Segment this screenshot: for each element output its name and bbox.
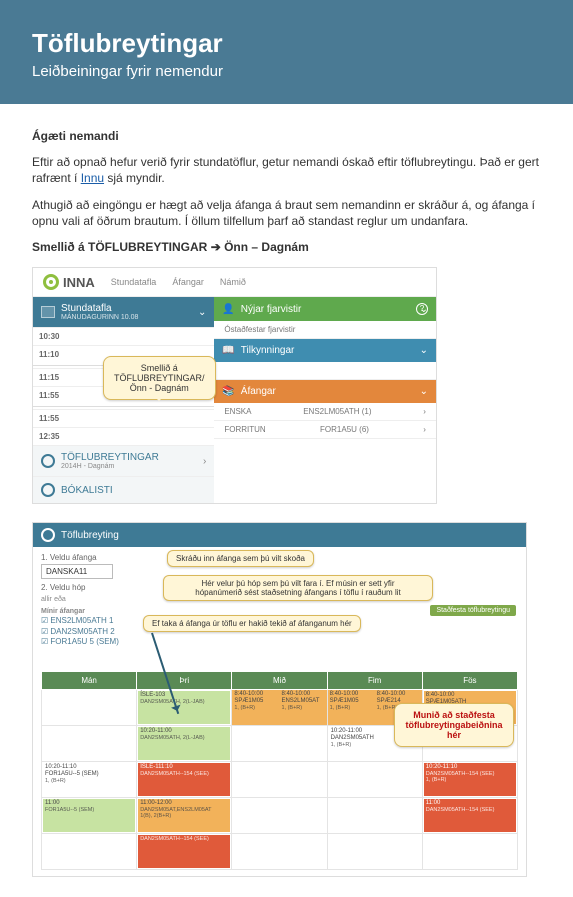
slot[interactable]: 8:40-10:00SPÆ1M051, (B+R): [328, 690, 375, 725]
day-header: Fös: [422, 672, 517, 690]
refresh-icon: [41, 528, 55, 542]
card-fjarvistir-sub: Óstaðfestar fjarvistir: [214, 321, 436, 339]
calendar-icon: [41, 306, 55, 318]
course-input[interactable]: DANSKA11: [41, 564, 113, 579]
slot[interactable]: 10:20-11:10DAN2SM05ATH--154 (SEE)1, (B+R…: [424, 763, 516, 796]
day-header: Fim: [327, 672, 422, 690]
toflubreyting-title: Töflubreyting: [61, 530, 119, 541]
arrow-right-icon: ➔: [211, 239, 221, 255]
intro-p3: Smellið á TÖFLUBREYTINGAR ➔ Önn – Dagnám: [32, 239, 541, 255]
screenshot-inna-home: INNA Stundatafla Áfangar Námið Stundataf…: [32, 267, 437, 504]
inna-logo-icon: [43, 274, 59, 290]
intro-p3a: Smellið á TÖFLUBREYTINGAR: [32, 240, 211, 254]
card-afangar[interactable]: 📚 Áfangar ⌄: [214, 380, 436, 403]
card-tilkynningar-label: Tilkynningar: [241, 345, 295, 356]
stundatafla-title: Stundatafla: [61, 303, 138, 314]
page-title: Töflubreytingar: [32, 28, 541, 59]
card-tilkynningar-sub: [214, 362, 436, 380]
toflubreytingar-sub: 2014H - Dagnám: [61, 463, 159, 470]
stundatafla-panel: Stundatafla MÁNUDAGURINN 10.08 ⌄ 10:30 1…: [33, 297, 214, 503]
callout-pick-group: Hér velur þú hóp sem þú vilt fara í. Ef …: [163, 575, 433, 601]
chevron-right-icon: ›: [203, 456, 206, 467]
tab-stundatafla[interactable]: Stundatafla: [111, 277, 157, 287]
stundatafla-date: MÁNUDAGURINN 10.08: [61, 314, 138, 321]
inna-logo: INNA: [43, 274, 95, 290]
afangi-row[interactable]: FORRITUNFOR1A5U (6)›: [214, 421, 436, 439]
slot[interactable]: 8:40-10:00SPÆ1M051, (B+R): [232, 690, 279, 725]
slot[interactable]: 10:20-11:10FOR1A5U--5 (SEM)1, (B+R): [43, 763, 135, 796]
card-fjarvistir[interactable]: 👤 Nýjar fjarvistir ? ⌄: [214, 297, 436, 321]
day-header: Mán: [42, 672, 137, 690]
list-item[interactable]: ☑ FOR1A5U 5 (SEM): [41, 637, 518, 647]
slot[interactable]: 11:00FOR1A5U--5 (SEM): [43, 799, 135, 832]
slot[interactable]: ÍSLE-103DAN2SM05ATH, 2(L-JAB): [138, 691, 230, 724]
bokalisti-label: BÓKALISTI: [61, 485, 113, 496]
afangi-row[interactable]: ENSKAENS2LM05ATH (1)›: [214, 403, 436, 421]
intro-p1b: sjá myndir.: [104, 171, 165, 185]
callout-remove-course: Ef taka á áfanga úr töflu er hakið tekið…: [143, 615, 361, 632]
tab-namid[interactable]: Námið: [220, 277, 246, 287]
toflubreytingar-label: TÖFLUBREYTINGAR: [61, 452, 159, 463]
inna-topbar: INNA Stundatafla Áfangar Námið: [33, 268, 436, 297]
slot[interactable]: DAN2SM05ATH--154 (SEE): [138, 835, 230, 868]
greeting: Ágæti nemandi: [32, 128, 541, 144]
innu-link[interactable]: Innu: [81, 171, 104, 185]
stundatafla-header[interactable]: Stundatafla MÁNUDAGURINN 10.08 ⌄: [33, 297, 214, 327]
toflubreytingar-section[interactable]: TÖFLUBREYTINGAR 2014H - Dagnám ›: [33, 445, 214, 476]
time-row: 10:30: [33, 327, 214, 345]
time-row: 12:35: [33, 427, 214, 445]
group-or: eða: [54, 596, 66, 603]
day-header: Mið: [232, 672, 327, 690]
cards-panel: 👤 Nýjar fjarvistir ? ⌄ Óstaðfestar fjarv…: [214, 297, 436, 503]
card-afangar-label: Áfangar: [241, 386, 276, 397]
card-fjarvistir-label: Nýjar fjarvistir: [241, 304, 302, 315]
chevron-right-icon: ›: [423, 425, 426, 434]
content: Ágæti nemandi Eftir að opnað hefur verið…: [0, 104, 573, 897]
refresh-icon: [41, 454, 55, 468]
screenshot-toflubreyting: Töflubreyting Skráðu inn áfanga sem þú v…: [32, 522, 527, 877]
page-subtitle: Leiðbeiningar fyrir nemendur: [32, 63, 541, 80]
user-icon: 👤: [222, 304, 234, 315]
intro-p3b: Önn – Dagnám: [224, 240, 309, 254]
intro-p1: Eftir að opnað hefur verið fyrir stundat…: [32, 154, 541, 186]
slot[interactable]: 10:20-11:00DAN2SM05ATH, 2(L-JAB): [138, 727, 230, 760]
toflubreyting-header: Töflubreyting: [33, 523, 526, 547]
card-tilkynningar[interactable]: 📖 Tilkynningar ⌄: [214, 339, 436, 362]
callout-confirm: Munið að staðfestatöflubreytingabeiðnina…: [394, 703, 514, 747]
confirm-button[interactable]: Staðfesta töflubreytingu: [430, 605, 516, 616]
callout-click-toflubreytingar: Smellið á TÖFLUBREYTINGAR/ Önn - Dagnám: [103, 356, 216, 400]
chevron-right-icon: ›: [423, 407, 426, 416]
chevron-down-icon: ⌄: [420, 345, 428, 356]
slot[interactable]: 11:00DAN2SM05ATH--154 (SEE): [424, 799, 516, 832]
book-open-icon: 📖: [222, 345, 234, 356]
book-icon: [41, 483, 55, 497]
slot[interactable]: 8:40-10:00ENS2LM05AT1, (B+R): [279, 690, 326, 725]
day-header: Þri: [137, 672, 232, 690]
time-row: 11:55: [33, 409, 214, 427]
chevron-down-icon: ⌄: [420, 386, 428, 397]
chevron-down-icon: ⌄: [198, 307, 206, 318]
tab-afangar[interactable]: Áfangar: [172, 277, 204, 287]
slot[interactable]: 11:00-12:00DAN2SM05AT,ENS2LM05AT1(B), 2(…: [138, 799, 230, 832]
timetable: Mán Þri Mið Fim Fös ÍSLE-103DAN2SM05ATH,…: [41, 671, 518, 870]
intro-p2: Athugið að eingöngu er hægt að velja áfa…: [32, 197, 541, 229]
books-icon: 📚: [222, 386, 234, 397]
slot[interactable]: ÍSLE-111:10DAN2SM05ATH--154 (SEE): [138, 763, 230, 796]
inna-brand-text: INNA: [63, 275, 95, 290]
chevron-down-icon: ⌄: [420, 304, 428, 315]
banner: Töflubreytingar Leiðbeiningar fyrir neme…: [0, 0, 573, 104]
bokalisti-section[interactable]: BÓKALISTI: [33, 476, 214, 503]
callout-enter-course: Skráðu inn áfanga sem þú vilt skoða: [167, 550, 314, 567]
group-all[interactable]: allir: [41, 596, 52, 603]
